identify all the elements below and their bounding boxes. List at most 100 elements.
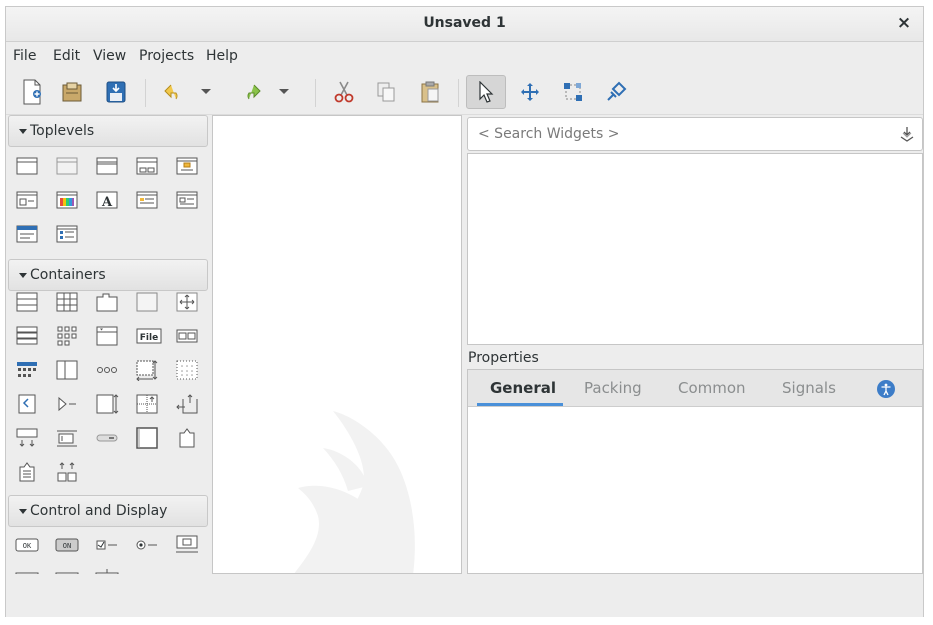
check-button-widget-icon[interactable] [94,533,120,557]
scrolled-window-icon[interactable] [134,358,160,382]
about-dialog-icon[interactable] [14,188,40,212]
redo-dropdown-button[interactable] [272,75,296,109]
grid-icon[interactable] [54,290,80,314]
accessibility-tab-icon[interactable] [877,380,895,398]
combo-box-widget-icon[interactable] [174,565,200,574]
application-window-icon[interactable] [94,154,120,178]
cut-button[interactable] [326,75,362,109]
new-icon [23,79,41,105]
tool-palette-icon[interactable] [54,460,80,484]
tab-packing[interactable]: Packing [584,379,642,397]
assistant-icon[interactable] [14,222,40,246]
header-bar-icon[interactable] [14,358,40,382]
open-button[interactable] [54,75,90,109]
box-icon[interactable] [14,290,40,314]
copy-icon [377,82,395,102]
link-button-widget-icon[interactable] [174,533,200,557]
font-chooser-dialog-icon[interactable]: A [94,188,120,212]
undo-dropdown-button[interactable] [194,75,218,109]
menu-view[interactable]: View [93,48,126,64]
offscreen-window-icon[interactable] [54,154,80,178]
search-widgets-input[interactable] [478,124,878,144]
layout-icon[interactable] [134,392,160,416]
tab-signals[interactable]: Signals [782,379,836,397]
color-chooser-dialog-icon[interactable] [54,188,80,212]
image-widget-icon[interactable] [54,565,80,574]
menu-edit[interactable]: Edit [53,48,80,64]
alignment-icon[interactable] [174,392,200,416]
copy-button[interactable] [368,75,404,109]
toggle-button-widget-icon[interactable]: ON [54,533,80,557]
flow-box-icon[interactable] [54,324,80,348]
radio-button-widget-icon[interactable] [134,533,160,557]
app-window: Unsaved 1 × File Edit View Projects Help [5,6,924,617]
clear-search-icon[interactable] [898,125,916,143]
properties-heading: Properties [468,350,539,366]
title-bar: Unsaved 1 × [6,7,923,42]
expander-widget-icon[interactable] [94,324,120,348]
overlay-icon[interactable] [174,290,200,314]
button-box-icon[interactable] [174,324,200,348]
menu-bar-icon[interactable] [94,358,120,382]
tab-general[interactable]: General [490,379,556,397]
file-chooser-button-icon[interactable]: File [134,324,164,348]
menu-help[interactable]: Help [206,48,238,64]
menu-file[interactable]: File [13,48,36,64]
entry-widget-icon[interactable] [134,565,160,574]
undo-icon [164,84,178,100]
redo-button[interactable] [233,75,269,109]
popover-menu-icon[interactable] [14,460,40,484]
group-label: Containers [30,267,106,283]
glade-logo-watermark [294,411,415,573]
fixed-icon[interactable] [94,392,120,416]
paste-button[interactable] [412,75,448,109]
undo-button[interactable] [156,75,192,109]
tab-common[interactable]: Common [678,379,746,397]
new-button[interactable] [14,75,50,109]
message-dialog-icon[interactable] [174,154,200,178]
select-pointer-button[interactable] [466,75,506,109]
alignment-edit-icon [607,81,627,101]
expander-down-icon [19,129,27,134]
menu-projects[interactable]: Projects [139,48,194,64]
notebook-icon[interactable] [94,290,120,314]
active-tab-indicator [477,403,563,406]
close-button[interactable]: × [895,13,913,33]
svg-text:OK: OK [23,542,32,550]
drag-resize-icon [521,83,539,101]
ok-button-widget-icon[interactable]: OK [14,533,40,557]
search-bar-icon[interactable] [94,426,120,450]
margin-edit-icon [564,83,582,101]
list-box-icon[interactable] [14,324,40,348]
redo-dropdown-icon [279,89,289,94]
action-bar-icon[interactable] [14,426,40,450]
file-chooser-dialog-icon[interactable] [134,188,160,212]
alignment-edit-button[interactable] [598,75,634,109]
svg-text:File: File [140,333,158,343]
spin-button-widget-icon[interactable]: OK [94,565,120,574]
cut-icon [334,81,354,103]
app-chooser-dialog-icon[interactable] [54,222,80,246]
label-widget-icon[interactable]: A [14,565,40,574]
group-control-and-display[interactable]: Control and Display [8,495,208,527]
paned-icon[interactable] [54,358,80,382]
popover-icon[interactable] [174,426,200,450]
frame-icon[interactable] [134,290,160,314]
recent-chooser-dialog-icon[interactable] [174,188,200,212]
aspect-frame-icon[interactable] [134,426,160,450]
margin-edit-button[interactable] [555,75,591,109]
group-toplevels[interactable]: Toplevels [8,115,208,147]
group-containers[interactable]: Containers [8,259,208,291]
stack-switcher-icon[interactable] [14,392,40,416]
drag-resize-button[interactable] [512,75,548,109]
event-box-icon[interactable] [54,426,80,450]
widget-inspector-tree[interactable] [467,153,923,345]
properties-tabs: General Packing Common Signals [468,370,922,407]
window-widget-icon[interactable] [14,154,40,178]
save-button[interactable] [98,75,134,109]
viewport-icon[interactable] [174,358,200,382]
dialog-icon[interactable] [134,154,160,178]
revealer-icon[interactable] [54,392,80,416]
save-icon [106,81,126,103]
design-canvas[interactable] [212,115,462,574]
